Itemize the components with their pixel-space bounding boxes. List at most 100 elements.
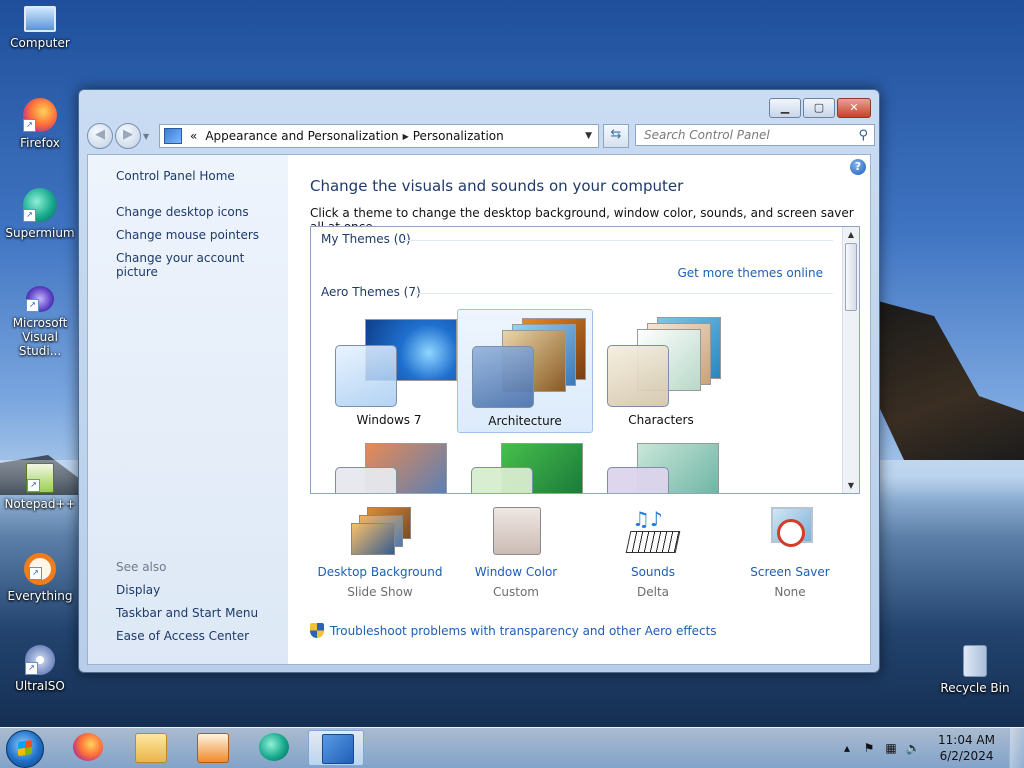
desktop-background-setting[interactable]: Desktop Background Slide Show [312,507,448,599]
window-color-setting[interactable]: Window Color Custom [448,507,584,599]
desktop-icon-visual-studio[interactable]: ↗ Microsoft Visual Studi... [0,286,80,358]
screen-saver-label[interactable]: Screen Saver [722,565,858,579]
address-dropdown-icon[interactable]: ▼ [585,131,592,141]
scroll-down-icon[interactable]: ▼ [843,481,859,490]
sounds-setting[interactable]: ♫♪ Sounds Delta [585,507,721,599]
shortcut-arrow-icon: ↗ [25,662,38,675]
window-color-swatch [471,467,533,493]
firefox-icon: ↗ [23,98,57,132]
desktop-icon-label: Computer [10,36,70,50]
search-input[interactable]: Search Control Panel ⚲ [635,124,875,146]
change-mouse-pointers-link[interactable]: Change mouse pointers [116,228,259,242]
maximize-button[interactable]: ▢ [803,98,835,118]
sounds-label[interactable]: Sounds [585,565,721,579]
troubleshoot-label[interactable]: Troubleshoot problems with transparency … [330,624,717,638]
taskbar-media-player[interactable] [184,730,240,766]
ultraiso-icon: ↗ [25,645,55,675]
window-color-value: Custom [493,585,539,599]
control-panel-icon [322,734,354,764]
close-button[interactable]: ✕ [837,98,871,118]
firefox-icon [73,733,103,761]
theme-characters[interactable]: Characters [593,309,729,433]
breadcrumb-appearance[interactable]: Appearance and Personalization [201,129,402,143]
recent-pages-dropdown[interactable]: ▼ [143,132,151,141]
content-area: Control Panel Home Change desktop icons … [87,154,871,665]
change-desktop-icons-link[interactable]: Change desktop icons [116,205,249,219]
desktop-icon-computer[interactable]: Computer [0,6,80,50]
group-divider [415,293,833,294]
desktop-icon-firefox[interactable]: ↗ Firefox [0,98,80,150]
supermium-icon: ↗ [23,188,57,222]
theme-name: Windows 7 [356,413,422,427]
desktop-background-label[interactable]: Desktop Background [312,565,448,579]
desktop-rock-scenery [874,300,1024,460]
display-link[interactable]: Display [116,583,160,597]
back-button[interactable]: ◀ [87,123,113,149]
taskbar-file-explorer[interactable] [122,730,178,766]
scroll-up-icon[interactable]: ▲ [843,230,859,239]
aero-themes-group-header[interactable]: Aero Themes (7) [321,285,421,299]
personalization-window: ▁ ▢ ✕ ◀ ▶ ▼ « Appearance and Personaliza… [78,89,880,673]
desktop-icon-label: Supermium [5,226,75,240]
search-icon[interactable]: ⚲ [858,126,868,146]
change-account-picture-link[interactable]: Change your account picture [116,251,288,279]
everything-search-icon: ↗ [24,553,56,585]
clock-date: 6/2/2024 [939,749,994,763]
notepad-plus-plus-icon: ↗ [26,463,54,493]
breadcrumb-personalization[interactable]: Personalization [409,129,508,143]
shortcut-arrow-icon: ↗ [29,567,42,580]
desktop-icon-label: Microsoft [12,316,68,330]
window-color-swatch [472,346,534,408]
caption-buttons: ▁ ▢ ✕ [769,98,871,118]
network-icon[interactable]: ▦ [882,741,900,755]
help-icon[interactable]: ? [850,159,866,175]
clock-time: 11:04 AM [938,733,995,747]
see-also-heading: See also [116,560,167,574]
start-button[interactable] [6,730,44,768]
window-color-label[interactable]: Window Color [448,565,584,579]
window-color-swatch [335,467,397,493]
shortcut-arrow-icon: ↗ [23,209,36,222]
breadcrumb-overflow[interactable]: « [186,129,201,143]
taskbar-start-menu-link[interactable]: Taskbar and Start Menu [116,606,258,620]
desktop-icon-label: Recycle Bin [940,681,1010,695]
scroll-thumb[interactable] [845,243,857,311]
screen-saver-icon [761,507,819,559]
address-bar[interactable]: « Appearance and Personalization ▶ Perso… [159,124,599,148]
taskbar-firefox[interactable] [60,730,116,766]
theme-scenes[interactable] [593,437,729,493]
window-color-swatch [335,345,397,407]
forward-button[interactable]: ▶ [115,123,141,149]
desktop-icon-label: Firefox [20,136,60,150]
desktop-icon-ultraiso[interactable]: ↗ UltraISO [0,645,80,693]
theme-nature[interactable] [457,437,593,493]
action-center-flag-icon[interactable]: ⚑ [860,741,878,755]
window-color-icon [487,507,545,559]
volume-muted-icon[interactable]: 🔈 [904,741,922,755]
show-hidden-icons-icon[interactable]: ▴ [838,741,856,755]
taskbar-supermium[interactable] [246,730,302,766]
desktop-icon-recycle-bin[interactable]: Recycle Bin [935,645,1015,695]
my-themes-group-header[interactable]: My Themes (0) [321,232,411,246]
theme-architecture[interactable]: Architecture [457,309,593,433]
theme-name: Characters [628,413,694,427]
taskbar-control-panel[interactable] [308,730,364,766]
minimize-button[interactable]: ▁ [769,98,801,118]
desktop-icon-notepad-plus-plus[interactable]: ↗ Notepad++ [0,463,80,511]
sounds-value: Delta [636,585,669,599]
troubleshoot-link[interactable]: Troubleshoot problems with transparency … [310,623,717,638]
ease-of-access-link[interactable]: Ease of Access Center [116,629,249,643]
get-more-themes-link[interactable]: Get more themes online [677,266,823,280]
clock[interactable]: 11:04 AM 6/2/2024 [938,732,995,764]
taskbar: ▴ ⚑ ▦ 🔈 11:04 AM 6/2/2024 [0,727,1024,768]
theme-landscapes[interactable] [321,437,457,493]
screen-saver-setting[interactable]: Screen Saver None [722,507,858,599]
refresh-button[interactable]: ⇆ [603,124,629,148]
theme-windows-7[interactable]: Windows 7 [321,309,457,433]
desktop-icon-supermium[interactable]: ↗ Supermium [0,188,80,240]
themes-scrollbar[interactable]: ▲ ▼ [842,227,859,493]
control-panel-home-link[interactable]: Control Panel Home [116,169,235,183]
control-panel-icon [164,128,182,144]
desktop-icon-everything[interactable]: ↗ Everything [0,553,80,603]
show-desktop-button[interactable] [1009,728,1024,768]
